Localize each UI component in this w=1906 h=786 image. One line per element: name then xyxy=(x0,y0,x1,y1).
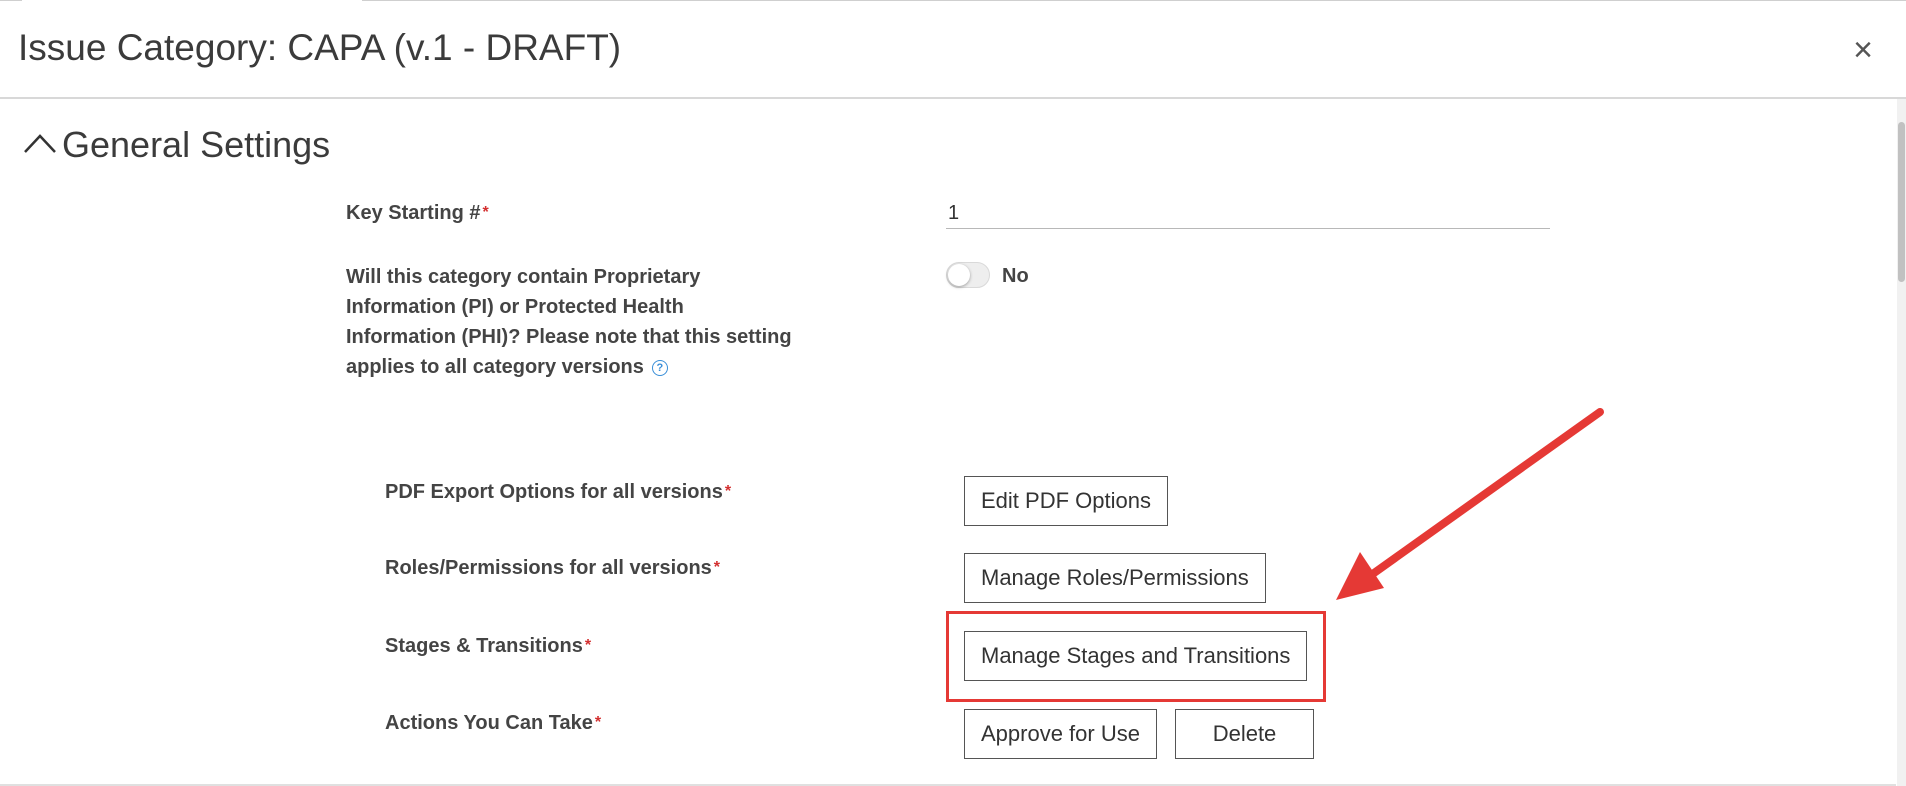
required-mark: * xyxy=(594,714,602,731)
stages-transitions-label-text: Stages & Transitions xyxy=(385,635,583,657)
approve-for-use-button[interactable]: Approve for Use xyxy=(964,709,1157,759)
manage-stages-transitions-button[interactable]: Manage Stages and Transitions xyxy=(964,631,1308,681)
chevron-up-icon xyxy=(24,134,56,153)
roles-permissions-label: Roles/Permissions for all versions * xyxy=(385,553,720,583)
required-mark: * xyxy=(713,559,721,576)
pi-phi-toggle[interactable] xyxy=(946,262,990,288)
key-starting-label: Key Starting # * xyxy=(346,198,489,228)
roles-permissions-label-text: Roles/Permissions for all versions xyxy=(385,557,712,579)
pdf-export-label: PDF Export Options for all versions * xyxy=(385,477,731,507)
scrollbar-thumb[interactable] xyxy=(1898,122,1905,282)
actions-label: Actions You Can Take * xyxy=(385,708,601,738)
required-mark: * xyxy=(584,637,592,654)
toggle-knob xyxy=(948,264,970,286)
dialog-header: Issue Category: CAPA (v.1 - DRAFT) × xyxy=(0,1,1906,99)
dialog-title: Issue Category: CAPA (v.1 - DRAFT) xyxy=(18,27,622,68)
actions-label-text: Actions You Can Take xyxy=(385,712,593,734)
key-starting-input[interactable] xyxy=(946,198,1550,229)
required-mark: * xyxy=(482,204,489,221)
section-title: General Settings xyxy=(62,124,331,165)
pi-phi-label: Will this category contain Proprietary I… xyxy=(346,262,796,382)
required-mark: * xyxy=(724,483,732,500)
stages-transitions-label: Stages & Transitions * xyxy=(385,631,591,661)
section-header-general-settings[interactable]: General Settings xyxy=(20,120,330,170)
annotation-arrow-icon xyxy=(1336,408,1604,600)
pi-phi-toggle-label: No xyxy=(1002,265,1029,287)
edit-pdf-options-button[interactable]: Edit PDF Options xyxy=(964,476,1168,526)
pdf-export-label-text: PDF Export Options for all versions xyxy=(385,481,723,503)
help-icon[interactable]: ? xyxy=(651,359,668,376)
close-icon[interactable]: × xyxy=(1848,33,1878,67)
key-starting-label-text: Key Starting # xyxy=(346,202,481,224)
delete-button[interactable]: Delete xyxy=(1175,709,1314,759)
manage-roles-permissions-button[interactable]: Manage Roles/Permissions xyxy=(964,553,1266,603)
pi-phi-label-text: Will this category contain Proprietary I… xyxy=(346,266,792,378)
